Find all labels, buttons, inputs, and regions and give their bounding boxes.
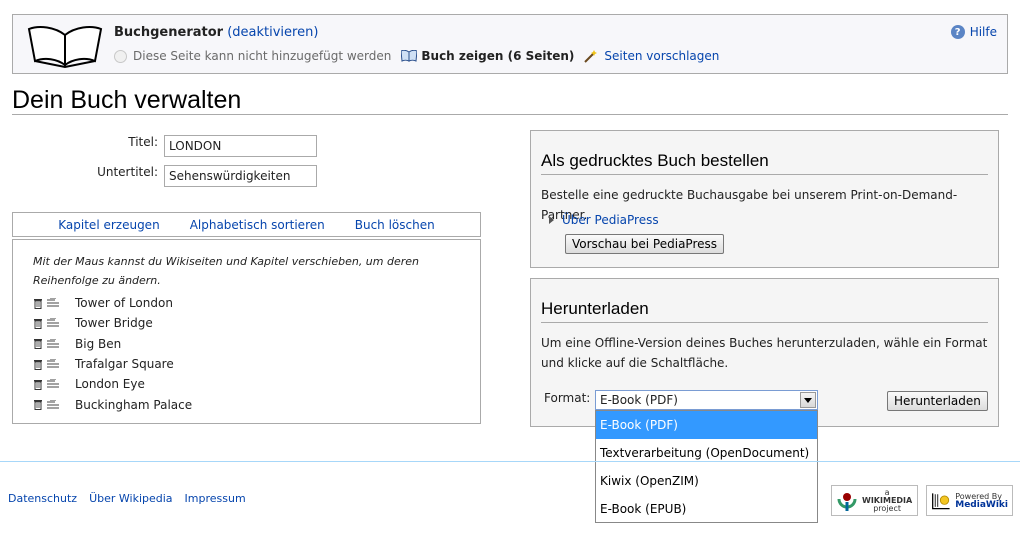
download-heading: Herunterladen: [541, 299, 649, 318]
wikimedia-logo-icon: [837, 492, 857, 511]
trash-icon[interactable]: [33, 359, 43, 370]
book-small-icon: [401, 50, 418, 62]
trash-icon[interactable]: [33, 318, 43, 329]
list-item[interactable]: Tower Bridge: [33, 313, 192, 333]
format-label: Format:: [544, 391, 591, 405]
footer-links: Datenschutz Über Wikipedia Impressum: [8, 492, 246, 505]
list-item-label: London Eye: [75, 377, 145, 392]
download-description-line1: Um eine Offline-Version deines Buches he…: [541, 336, 988, 350]
mediawiki-badge-text: Powered By MediaWiki: [955, 492, 1008, 510]
badge-line: project: [873, 503, 901, 513]
article-list-box: Mit der Maus kannst du Wikiseiten und Ka…: [12, 239, 481, 424]
trash-icon[interactable]: [33, 399, 43, 411]
mediawiki-logo-icon: [932, 492, 950, 509]
footer-divider: [0, 461, 1020, 462]
chevron-down-icon: [804, 397, 812, 403]
sort-alphabetically-link[interactable]: Alphabetisch sortieren: [190, 218, 325, 232]
download-description-line2: und klicke auf die Schaltfläche.: [541, 356, 729, 370]
subtitle-input[interactable]: Sehenswürdigkeiten: [164, 165, 317, 187]
about-pediapress-link[interactable]: Über PediaPress: [562, 213, 659, 227]
title-divider: [12, 114, 1008, 115]
article-list: Tower of London Tower Bridge Big Ben Tra…: [33, 293, 192, 415]
cannot-add-text: Diese Seite kann nicht hinzugefügt werde…: [133, 49, 392, 63]
wikimedia-project-badge[interactable]: a WIKIMEDIA project: [831, 485, 918, 516]
print-order-box: Als gedrucktes Buch bestellen Bestelle e…: [530, 130, 999, 268]
title-input[interactable]: LONDON: [164, 135, 317, 157]
page-title: Dein Buch verwalten: [12, 86, 242, 114]
drag-handle-icon[interactable]: [47, 318, 59, 328]
help-label[interactable]: Hilfe: [970, 25, 997, 39]
list-item[interactable]: Trafalgar Square: [33, 354, 192, 374]
list-item-label: Trafalgar Square: [75, 357, 174, 372]
trash-icon[interactable]: [33, 338, 43, 350]
print-heading: Als gedrucktes Buch bestellen: [541, 151, 769, 170]
help-link[interactable]: ? Hilfe: [950, 25, 997, 39]
book-generator-banner: Buchgenerator (deaktivieren) Diese Seite…: [12, 14, 1008, 74]
list-item[interactable]: Big Ben: [33, 334, 192, 354]
list-item[interactable]: Buckingham Palace: [33, 394, 192, 414]
format-option-pdf[interactable]: E-Book (PDF): [596, 411, 817, 439]
privacy-link[interactable]: Datenschutz: [8, 492, 77, 505]
list-item-label: Big Ben: [75, 336, 122, 351]
banner-title: Buchgenerator: [114, 25, 224, 40]
banner-actions: Diese Seite kann nicht hinzugefügt werde…: [114, 49, 719, 63]
create-chapter-link[interactable]: Kapitel erzeugen: [58, 218, 159, 232]
help-icon: ?: [950, 25, 965, 39]
suggest-pages-link[interactable]: Seiten vorschlagen: [604, 49, 719, 63]
list-item-label: Tower of London: [75, 296, 173, 311]
subtitle-label: Untertitel:: [97, 165, 158, 179]
trash-icon[interactable]: [33, 298, 43, 309]
deactivate-link[interactable]: (deaktivieren): [227, 25, 318, 40]
badge-line: MediaWiki: [955, 499, 1008, 510]
format-select-value: E-Book (PDF): [600, 393, 678, 407]
show-book-link[interactable]: Buch zeigen (6 Seiten): [421, 49, 574, 63]
list-item-label: Tower Bridge: [75, 316, 153, 331]
disabled-add-icon: [114, 49, 127, 63]
drag-handle-icon[interactable]: [47, 298, 59, 308]
powered-by-mediawiki-badge[interactable]: Powered By MediaWiki: [926, 485, 1013, 516]
list-item[interactable]: London Eye: [33, 374, 192, 394]
dropdown-arrow-button[interactable]: [800, 392, 816, 408]
banner-title-line: Buchgenerator (deaktivieren): [114, 25, 318, 40]
download-divider: [541, 322, 988, 323]
list-item-label: Buckingham Palace: [75, 397, 193, 412]
wikimedia-badge-text: a WIKIMEDIA project: [862, 488, 912, 513]
drag-handle-icon[interactable]: [47, 399, 59, 410]
print-divider: [541, 174, 988, 175]
drag-handle-icon[interactable]: [47, 338, 59, 349]
format-select[interactable]: E-Book (PDF): [595, 390, 818, 410]
drag-handle-icon[interactable]: [47, 379, 59, 389]
chapter-toolbar: Kapitel erzeugen Alphabetisch sortieren …: [12, 212, 481, 237]
format-option-epub[interactable]: E-Book (EPUB): [596, 495, 817, 523]
about-pediapress-row[interactable]: Über PediaPress: [549, 213, 659, 227]
format-dropdown-list: E-Book (PDF) Textverarbeitung (OpenDocum…: [595, 410, 818, 523]
format-option-openzim[interactable]: Kiwix (OpenZIM): [596, 467, 817, 495]
about-wikipedia-link[interactable]: Über Wikipedia: [89, 492, 172, 505]
drag-handle-icon[interactable]: [47, 359, 59, 369]
expand-triangle-icon[interactable]: [549, 216, 554, 224]
preview-pediapress-button[interactable]: Vorschau bei PediaPress: [565, 234, 725, 254]
reorder-hint: Mit der Maus kannst du Wikiseiten und Ka…: [33, 255, 420, 287]
magic-wand-icon: [584, 50, 598, 63]
imprint-link[interactable]: Impressum: [185, 492, 246, 505]
delete-book-link[interactable]: Buch löschen: [355, 218, 435, 232]
open-book-icon: [27, 26, 103, 69]
format-option-opendocument[interactable]: Textverarbeitung (OpenDocument): [596, 439, 817, 467]
list-item[interactable]: Tower of London: [33, 293, 192, 313]
trash-icon[interactable]: [33, 379, 43, 390]
title-label: Titel:: [128, 135, 158, 149]
download-button[interactable]: Herunterladen: [887, 391, 988, 411]
